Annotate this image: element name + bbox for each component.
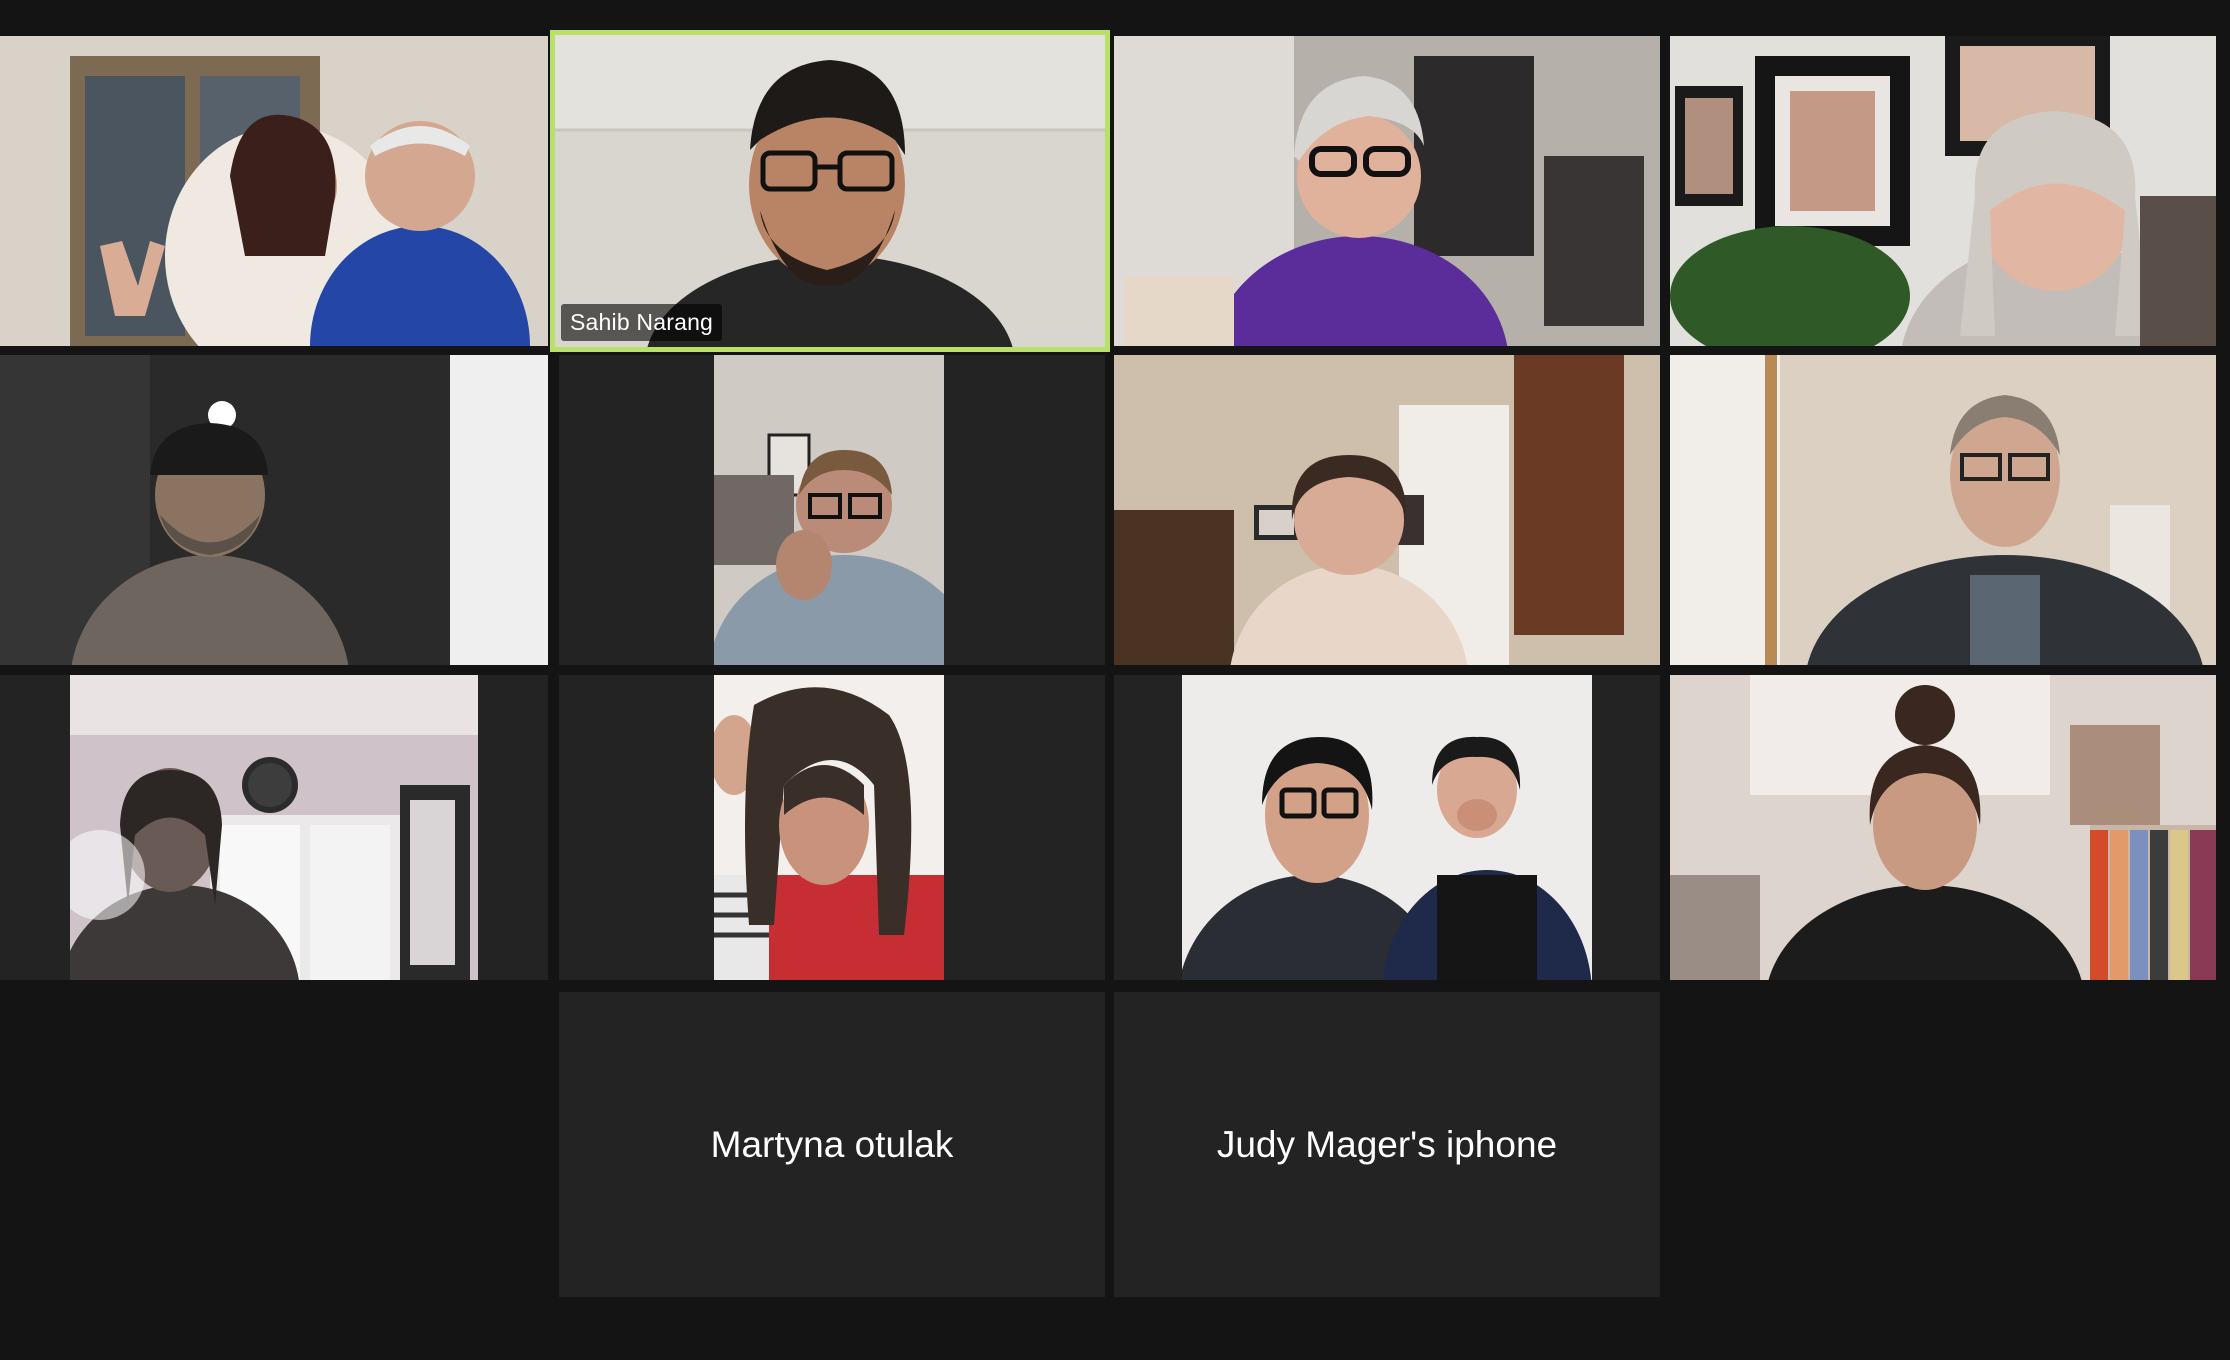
video-tile-couple[interactable]: [0, 36, 548, 346]
no-video-tile[interactable]: Judy Mager's iphone: [1114, 992, 1660, 1297]
no-video-tile[interactable]: Martyna otulak: [559, 992, 1105, 1297]
participant-video: [0, 355, 548, 665]
participant-name: Judy Mager's iphone: [1216, 1123, 1558, 1165]
video-tile-child-hair[interactable]: [559, 675, 1105, 980]
participant-name-label: Sahib Narang: [561, 304, 723, 341]
video-tile-window-backlit[interactable]: [0, 675, 548, 980]
video-tile-older-man[interactable]: [1670, 355, 2216, 665]
participant-video: [0, 36, 548, 346]
participant-video: [555, 35, 1105, 347]
participant-video: [1182, 675, 1592, 980]
video-tile-active-speaker[interactable]: Sahib Narang: [550, 30, 1110, 352]
video-tile-clothes-rack[interactable]: [1670, 675, 2216, 980]
participant-video: [714, 675, 944, 980]
participant-video: [70, 675, 478, 980]
participant-name: Martyna otulak: [710, 1123, 954, 1165]
participant-video: [1114, 355, 1660, 665]
video-tile-blanket[interactable]: [559, 355, 1105, 665]
video-tile-picture-frames[interactable]: [1670, 36, 2216, 346]
participant-video: [1670, 675, 2216, 980]
video-tile-living-room[interactable]: [1114, 355, 1660, 665]
participant-video: [1114, 36, 1660, 346]
video-tile-cap-man[interactable]: [0, 355, 548, 665]
video-tile-purple-sweater[interactable]: [1114, 36, 1660, 346]
video-tile-mother-daughter[interactable]: [1114, 675, 1660, 980]
participant-video: [1670, 36, 2216, 346]
participant-video: [1670, 355, 2216, 665]
gallery-view: Sahib Narang Martyna otulak Judy Mager's…: [0, 0, 2230, 1360]
participant-video: [714, 355, 944, 665]
